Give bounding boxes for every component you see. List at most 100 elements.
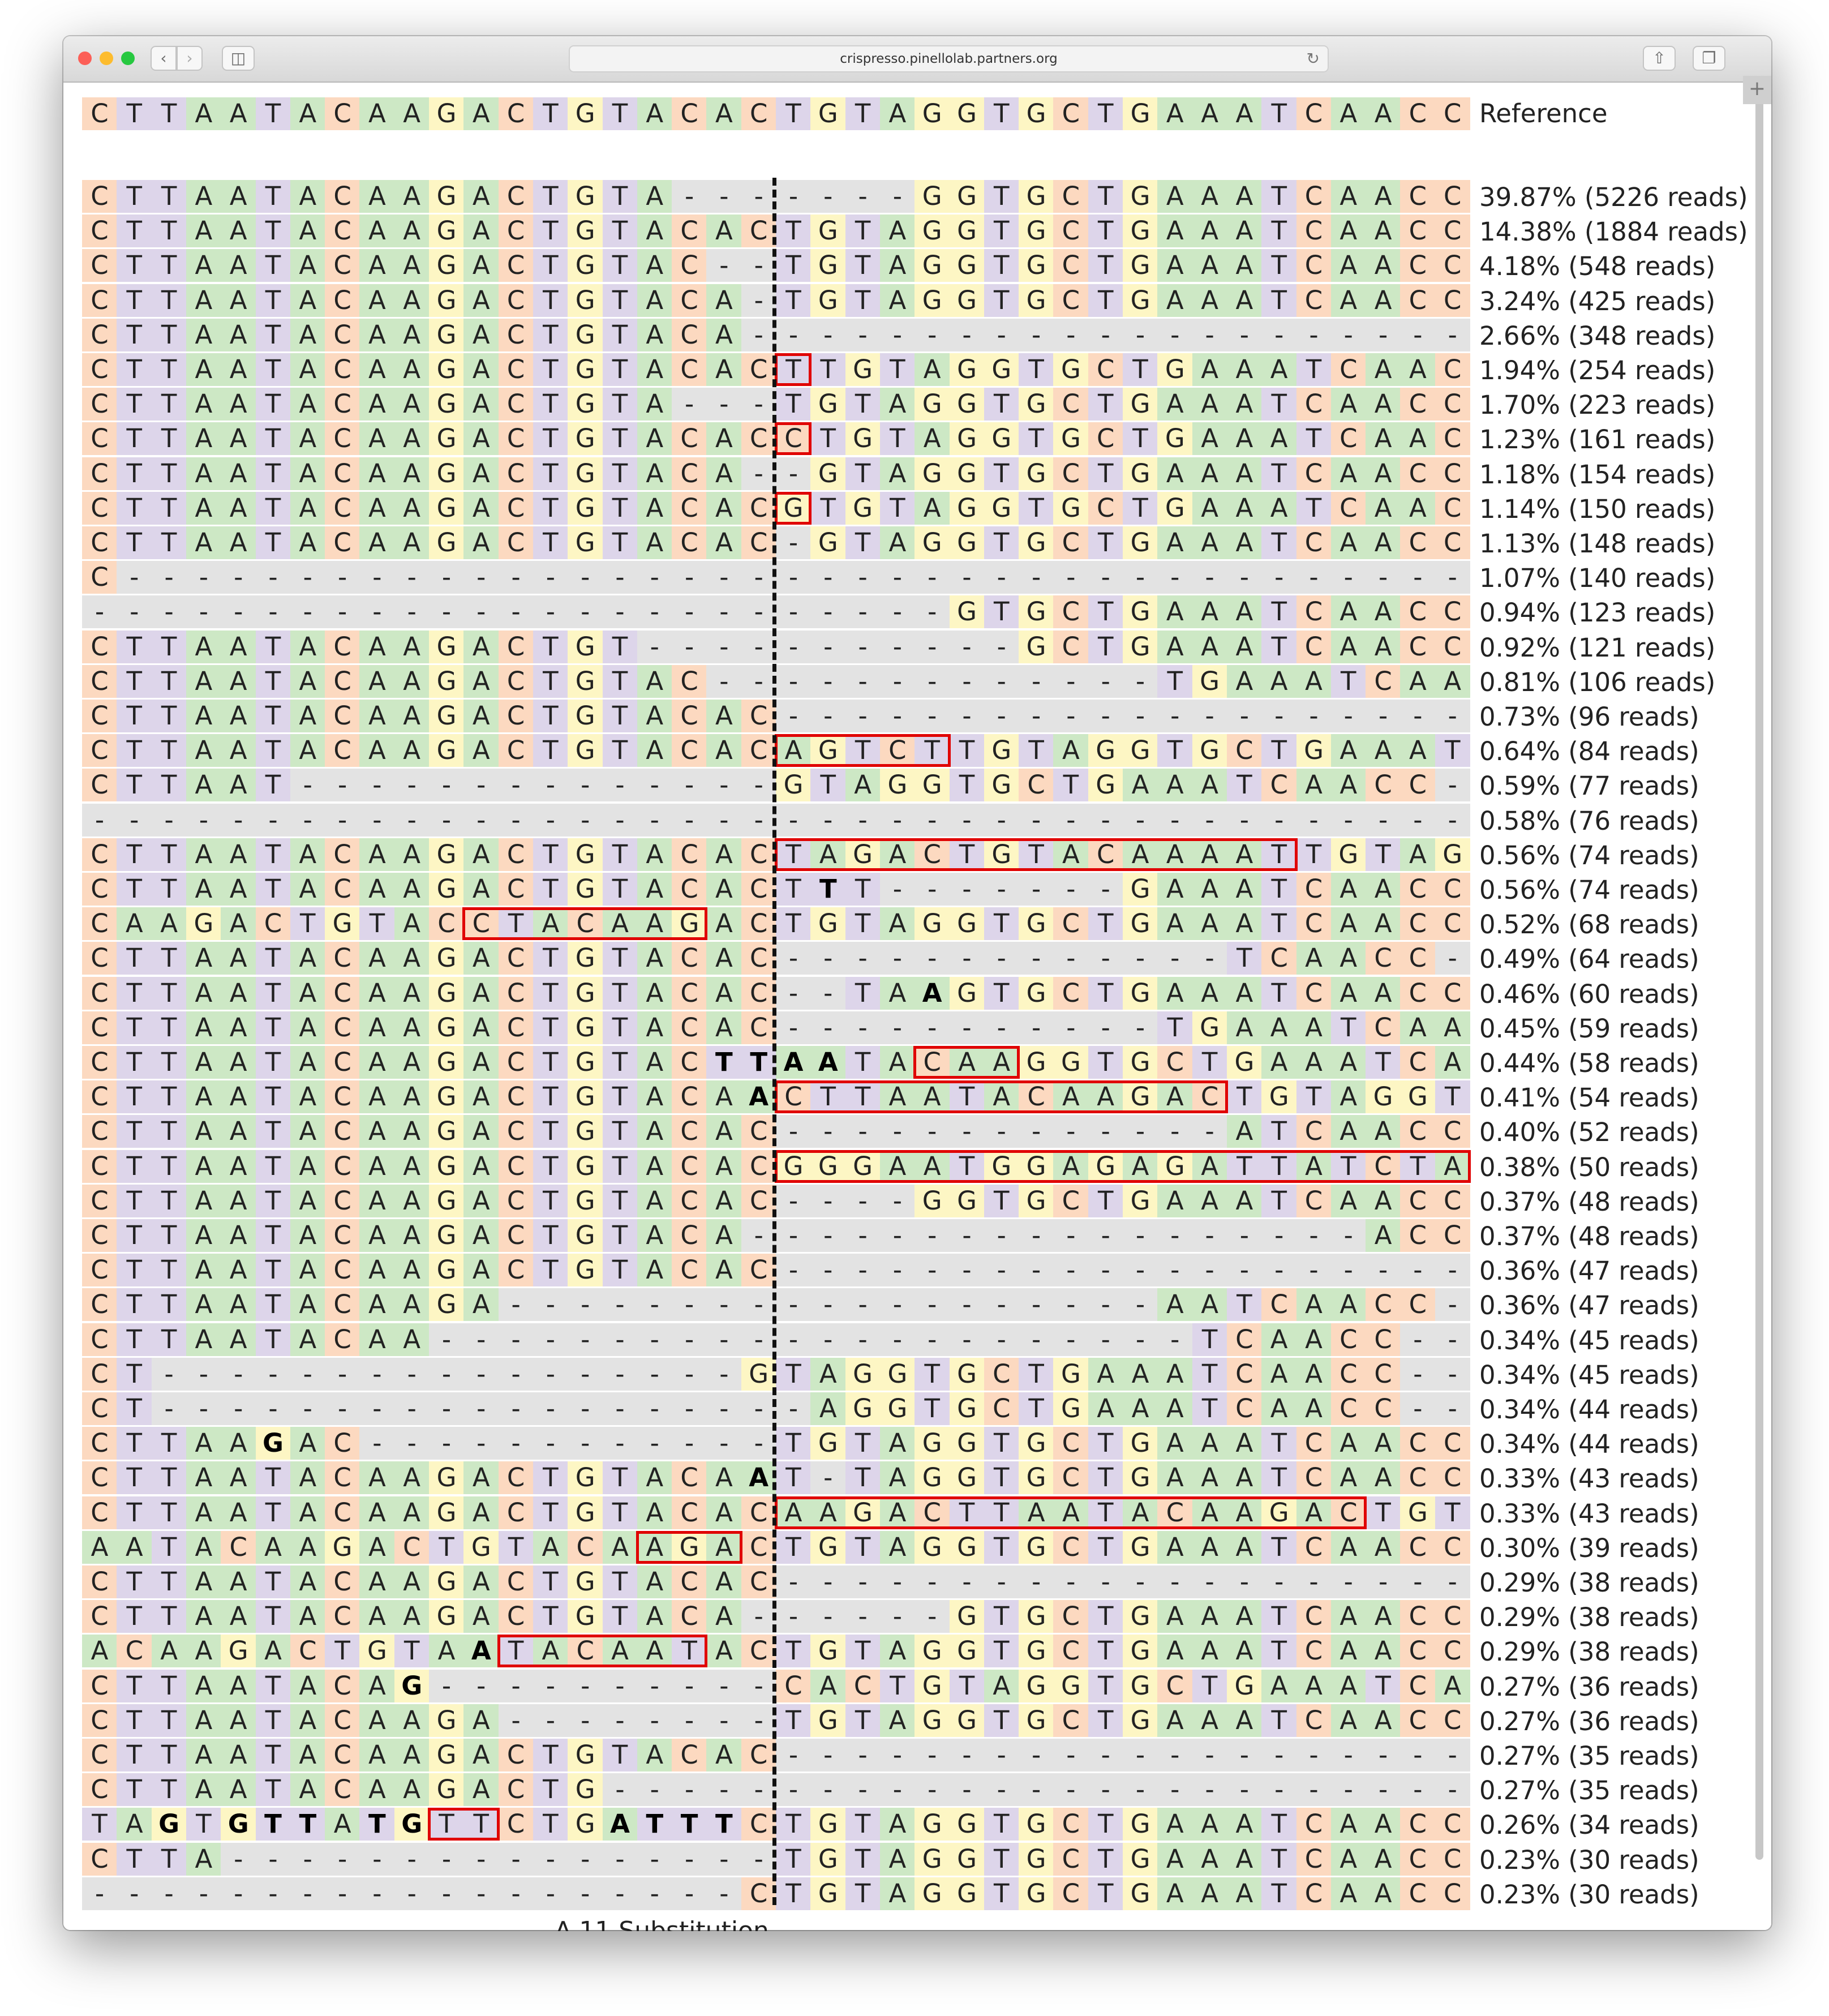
allele-row-base: - bbox=[984, 1323, 1019, 1356]
allele-row-base: C bbox=[82, 318, 117, 351]
allele-row-base: - bbox=[845, 1773, 881, 1807]
allele-row-base: A bbox=[1330, 1808, 1366, 1841]
allele-row-base: A bbox=[359, 1080, 395, 1114]
allele-row-base: - bbox=[879, 1254, 915, 1287]
allele-row-base: C bbox=[82, 1184, 117, 1217]
allele-row-base: A bbox=[914, 976, 950, 1010]
allele-row-base: - bbox=[359, 561, 395, 594]
allele-row-base: C bbox=[325, 1669, 360, 1702]
allele-row-base: T bbox=[1261, 215, 1297, 248]
allele-row-base: - bbox=[637, 1288, 672, 1322]
allele-row-base: G bbox=[325, 907, 360, 941]
allele-row-base: - bbox=[810, 561, 846, 594]
allele-row-base: - bbox=[845, 803, 881, 837]
allele-row-base: C bbox=[1296, 249, 1332, 282]
allele-row-base: - bbox=[914, 1115, 950, 1148]
allele-row-base: - bbox=[776, 1773, 811, 1807]
allele-row-base: - bbox=[776, 1739, 811, 1771]
allele-row-base: C bbox=[1261, 1288, 1297, 1322]
allele-row-base: A bbox=[186, 1704, 221, 1737]
allele-row-base: C bbox=[1400, 388, 1436, 421]
allele-frequency-label: 0.34% (44 reads) bbox=[1479, 1395, 1699, 1425]
allele-row-base: - bbox=[1400, 1392, 1436, 1425]
allele-row-base: T bbox=[776, 1357, 811, 1391]
allele-row-base: T bbox=[151, 1254, 187, 1287]
allele-row-base: G bbox=[568, 318, 603, 351]
allele-row-base: G bbox=[1123, 215, 1158, 248]
allele-row-base: A bbox=[221, 976, 256, 1010]
allele-row-base: - bbox=[845, 1184, 881, 1217]
allele-row-base: - bbox=[1157, 700, 1193, 732]
allele-row-base: T bbox=[602, 180, 638, 213]
allele-row-base: G bbox=[1019, 1669, 1054, 1702]
allele-row-base: A bbox=[394, 873, 430, 906]
allele-row-base: A bbox=[1226, 630, 1262, 663]
allele-row-base: C bbox=[498, 491, 534, 525]
allele-row-base: A bbox=[359, 734, 395, 767]
allele-row-base: T bbox=[151, 873, 187, 906]
allele-row-base: A bbox=[394, 1739, 430, 1771]
allele-row-base: T bbox=[1366, 838, 1401, 871]
allele-row-base: G bbox=[221, 1635, 256, 1668]
allele-row-base: C bbox=[1435, 180, 1470, 213]
allele-row-base: - bbox=[949, 1219, 985, 1252]
allele-row-base: A bbox=[82, 1530, 117, 1564]
allele-row-base: G bbox=[1019, 388, 1054, 421]
allele-row-base: - bbox=[984, 1011, 1019, 1044]
figure-caption-partial: A.11 Substitution bbox=[555, 1919, 769, 1931]
allele-row-base: A bbox=[1226, 838, 1262, 871]
allele-row-base: A bbox=[706, 1011, 742, 1044]
allele-row-base: - bbox=[1053, 1115, 1089, 1148]
allele-frequency-label: 39.87% (5226 reads) bbox=[1479, 182, 1748, 212]
allele-row-base: T bbox=[949, 838, 985, 871]
allele-row-base: A bbox=[1261, 1323, 1297, 1356]
allele-row-base: T bbox=[706, 1808, 742, 1841]
allele-row-base: T bbox=[1088, 457, 1123, 490]
allele-row-base: A bbox=[879, 907, 915, 941]
allele-row-base: C bbox=[741, 215, 776, 248]
allele-row-base: A bbox=[879, 1877, 915, 1910]
reference-base: A bbox=[1226, 97, 1262, 130]
allele-row-base: - bbox=[1366, 318, 1401, 351]
allele-row-base: C bbox=[1296, 1530, 1332, 1564]
allele-row-base: A bbox=[221, 1461, 256, 1495]
allele-row-base: T bbox=[255, 1669, 291, 1702]
allele-row-base: A bbox=[290, 318, 325, 351]
allele-row-base: A bbox=[1192, 1877, 1227, 1910]
allele-row-base: C bbox=[82, 700, 117, 732]
allele-row-base: A bbox=[221, 1427, 256, 1460]
allele-row-base: - bbox=[394, 1842, 430, 1876]
allele-row-base: T bbox=[117, 1046, 152, 1079]
allele-row-base: - bbox=[984, 1219, 1019, 1252]
allele-row-base: C bbox=[672, 838, 707, 871]
allele-row-base: T bbox=[117, 388, 152, 421]
allele-row-base: C bbox=[741, 526, 776, 559]
allele-row-base: C bbox=[1053, 1530, 1089, 1564]
allele-row-base: A bbox=[706, 1635, 742, 1668]
allele-row-base: A bbox=[394, 526, 430, 559]
allele-row-base: G bbox=[949, 526, 985, 559]
allele-row-base: - bbox=[1400, 1357, 1436, 1391]
allele-row-base: C bbox=[672, 976, 707, 1010]
allele-row-base: G bbox=[776, 769, 811, 802]
allele-row-base: G bbox=[949, 976, 985, 1010]
allele-row-base: - bbox=[637, 803, 672, 837]
allele-row-base: T bbox=[602, 734, 638, 767]
allele-row-base: C bbox=[325, 457, 360, 490]
allele-row-base: T bbox=[1296, 353, 1332, 386]
allele-row-base: - bbox=[914, 942, 950, 975]
allele-row-base: - bbox=[949, 1565, 985, 1598]
allele-row-base: T bbox=[1261, 1704, 1297, 1737]
allele-frequency-label: 0.33% (43 reads) bbox=[1479, 1464, 1699, 1494]
allele-row-base: C bbox=[1053, 388, 1089, 421]
allele-row-base: A bbox=[463, 700, 499, 732]
allele-row-base: T bbox=[359, 907, 395, 941]
allele-row-base: A bbox=[359, 630, 395, 663]
allele-row-base: C bbox=[1296, 1600, 1332, 1633]
allele-row-base: T bbox=[117, 734, 152, 767]
allele-row-base: - bbox=[429, 1427, 464, 1460]
allele-row-base: A bbox=[706, 1565, 742, 1598]
allele-row-base: T bbox=[151, 215, 187, 248]
allele-row-base: T bbox=[1123, 422, 1158, 456]
allele-row-base: A bbox=[1330, 457, 1366, 490]
